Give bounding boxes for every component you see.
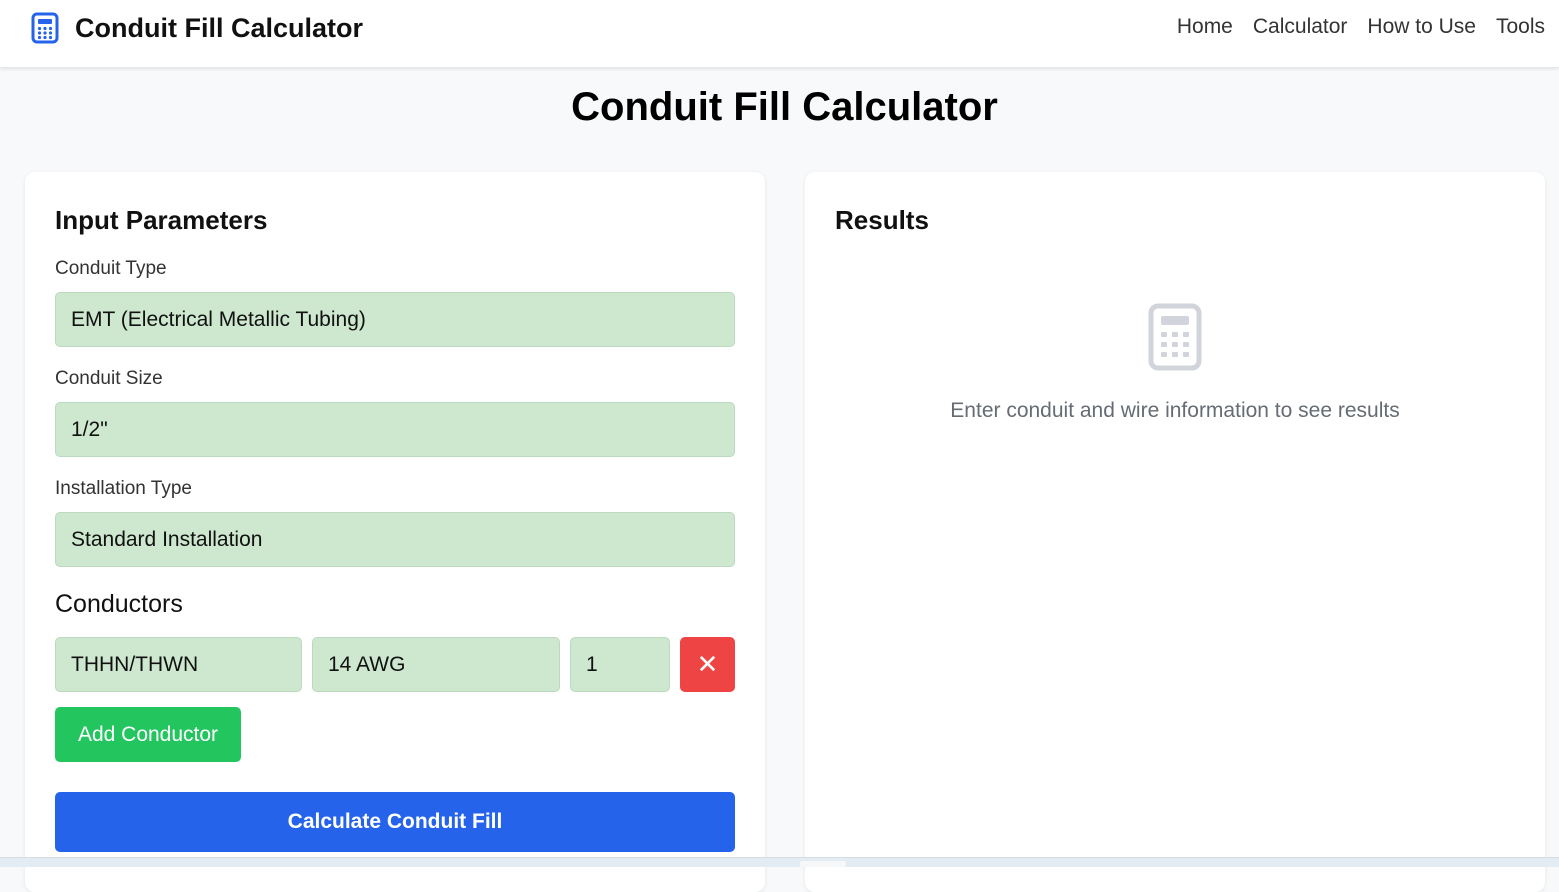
calculator-icon — [31, 12, 59, 44]
conduit-size-select[interactable]: 1/2" — [55, 402, 735, 457]
input-parameters-heading: Input Parameters — [55, 205, 268, 235]
close-icon: ✕ — [696, 649, 719, 679]
conduit-size-label: Conduit Size — [55, 368, 163, 389]
nav-link-home[interactable]: Home — [1177, 15, 1233, 39]
page-title: Conduit Fill Calculator — [571, 85, 998, 129]
installation-type-label: Installation Type — [55, 478, 192, 499]
results-card: Results Enter conduit and wire informati… — [805, 172, 1545, 892]
conductors-heading: Conductors — [55, 590, 183, 618]
brand-title[interactable]: Conduit Fill Calculator — [75, 13, 363, 44]
add-conductor-button[interactable]: Add Conductor — [55, 707, 241, 762]
nav-link-tools[interactable]: Tools — [1496, 15, 1545, 39]
bottom-scrollbar-track[interactable] — [0, 857, 1559, 867]
bottom-scrollbar-handle[interactable] — [800, 861, 846, 867]
calculate-conduit-fill-button[interactable]: Calculate Conduit Fill — [55, 792, 735, 852]
calculator-icon — [1148, 303, 1202, 371]
conductor-size-select[interactable]: 14 AWG — [312, 637, 560, 692]
results-heading: Results — [835, 205, 929, 235]
results-placeholder-text: Enter conduit and wire information to se… — [950, 399, 1400, 422]
input-parameters-card: Input Parameters Conduit Type EMT (Elect… — [25, 172, 765, 892]
nav-links: Home Calculator How to Use Tools — [1177, 15, 1545, 39]
nav-link-calculator[interactable]: Calculator — [1253, 15, 1348, 39]
conductor-quantity-input[interactable]: 1 — [570, 637, 670, 692]
conduit-type-select[interactable]: EMT (Electrical Metallic Tubing) — [55, 292, 735, 347]
conductor-type-select[interactable]: THHN/THWN — [55, 637, 302, 692]
conduit-type-label: Conduit Type — [55, 258, 167, 279]
nav-link-how-to-use[interactable]: How to Use — [1367, 15, 1476, 39]
remove-conductor-button[interactable]: ✕ — [680, 637, 735, 692]
top-navbar: Conduit Fill Calculator Home Calculator … — [0, 0, 1559, 68]
installation-type-select[interactable]: Standard Installation — [55, 512, 735, 567]
